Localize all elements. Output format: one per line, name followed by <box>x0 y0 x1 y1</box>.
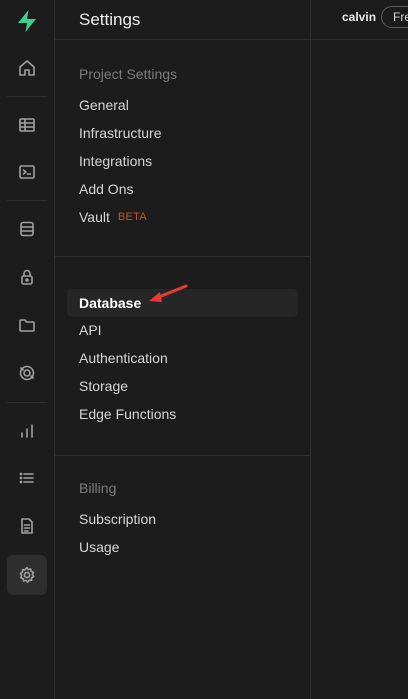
user-name[interactable]: calvin <box>342 10 376 24</box>
section-divider <box>55 256 311 257</box>
docs-icon[interactable] <box>7 506 47 546</box>
home-icon[interactable] <box>7 48 47 88</box>
section-divider <box>55 455 311 456</box>
page-title: Settings <box>55 0 310 40</box>
plan-badge[interactable]: Fre <box>381 6 408 28</box>
terminal-icon[interactable] <box>7 152 47 192</box>
menu-item-subscription[interactable]: Subscription <box>67 505 298 533</box>
database-icon[interactable] <box>7 209 47 249</box>
icon-rail <box>0 0 55 699</box>
menu-item-integrations[interactable]: Integrations <box>67 147 298 175</box>
table-icon[interactable] <box>7 105 47 145</box>
menu-item-authentication[interactable]: Authentication <box>67 344 298 372</box>
section-title-billing: Billing <box>79 480 117 496</box>
rail-divider <box>7 200 47 201</box>
menu-item-general[interactable]: General <box>67 91 298 119</box>
logs-icon[interactable] <box>7 458 47 498</box>
menu-item-vault[interactable]: Vault BETA <box>67 203 298 231</box>
menu-item-api[interactable]: API <box>67 316 298 344</box>
menu-item-infrastructure[interactable]: Infrastructure <box>67 119 298 147</box>
folder-icon[interactable] <box>7 305 47 345</box>
settings-menu: Settings Project Settings General Infras… <box>55 0 311 699</box>
supabase-logo-icon[interactable] <box>14 8 40 34</box>
beta-badge: BETA <box>117 211 147 223</box>
main-panel: calvin Fre <box>311 0 408 699</box>
menu-item-label: Vault <box>79 209 110 225</box>
section-title-project-settings: Project Settings <box>79 66 178 82</box>
menu-item-add-ons[interactable]: Add Ons <box>67 175 298 203</box>
app: Settings Project Settings General Infras… <box>0 0 408 699</box>
menu-item-usage[interactable]: Usage <box>67 533 298 561</box>
settings-icon[interactable] <box>7 555 47 595</box>
menu-item-storage[interactable]: Storage <box>67 372 298 400</box>
rail-divider <box>7 402 47 403</box>
rail-divider <box>7 96 47 97</box>
lock-icon[interactable] <box>7 257 47 297</box>
annotation-arrow-icon <box>149 284 188 302</box>
realtime-icon[interactable] <box>7 353 47 393</box>
top-bar: calvin Fre <box>311 0 408 40</box>
menu-item-edge-functions[interactable]: Edge Functions <box>67 400 298 428</box>
reports-icon[interactable] <box>7 411 47 451</box>
